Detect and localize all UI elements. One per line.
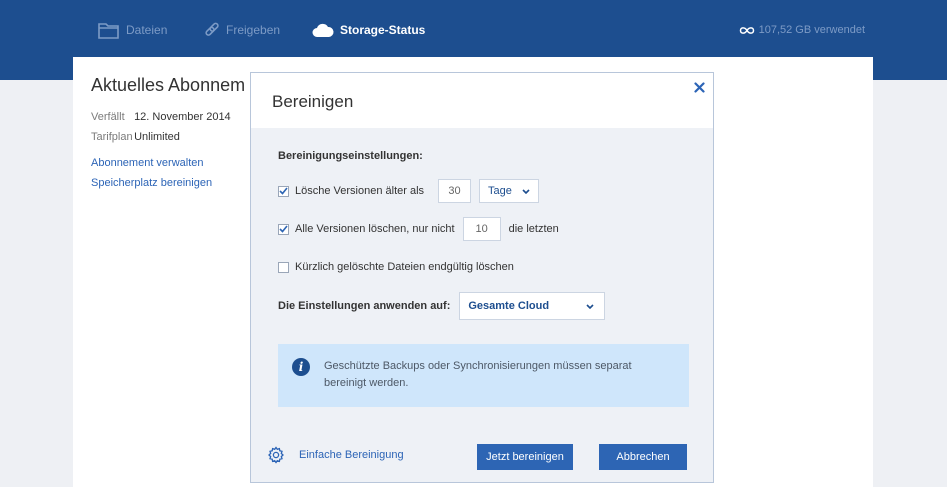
keep-last-checkbox[interactable] — [278, 223, 289, 235]
expiry-row: Verfällt 12. November 2014 — [91, 111, 231, 123]
settings-section-title: Bereinigungseinstellungen: — [278, 150, 423, 162]
plan-label: Tarifplan — [91, 131, 133, 143]
days-unit-select[interactable]: Tage — [479, 179, 539, 203]
plan-value: Unlimited — [134, 131, 180, 143]
storage-usage-label: 107,52 GB verwendet — [758, 24, 865, 36]
nav-storage-status[interactable]: Storage-Status — [312, 20, 425, 40]
older-than-days-input[interactable] — [438, 179, 472, 203]
days-unit-value: Tage — [488, 185, 512, 197]
info-icon: i — [292, 358, 310, 376]
cleanup-now-button[interactable]: Jetzt bereinigen — [477, 444, 573, 470]
option-older-than: Lösche Versionen älter als Tage — [278, 179, 539, 203]
dialog-body: Bereinigungseinstellungen: Lösche Versio… — [251, 128, 713, 482]
expiry-label: Verfällt — [91, 111, 125, 123]
apply-scope-label: Die Einstellungen anwenden auf: — [278, 300, 451, 312]
apply-scope-select[interactable]: Gesamte Cloud — [459, 292, 606, 320]
option-keep-last: Alle Versionen löschen, nur nicht die le… — [278, 217, 559, 241]
plan-row: Tarifplan Unlimited — [91, 131, 180, 143]
nav-share-label: Freigeben — [226, 23, 281, 37]
simple-cleanup-link[interactable]: Einfache Bereinigung — [267, 446, 404, 464]
nav-storage-status-label: Storage-Status — [340, 23, 426, 37]
keep-last-suffix: die letzten — [508, 223, 559, 235]
purge-deleted-checkbox[interactable] — [278, 261, 289, 273]
close-button[interactable] — [694, 80, 705, 98]
keep-last-count-input[interactable] — [462, 217, 501, 241]
folder-icon — [98, 22, 120, 39]
expiry-value: 12. November 2014 — [134, 111, 231, 123]
chevron-down-icon — [522, 188, 530, 194]
chevron-down-icon — [586, 303, 594, 309]
cloud-icon — [312, 23, 334, 38]
gear-icon — [267, 446, 285, 464]
nav-share[interactable]: Freigeben — [204, 20, 280, 40]
older-than-label: Lösche Versionen älter als — [295, 185, 425, 197]
infinity-icon — [739, 26, 755, 35]
older-than-checkbox[interactable] — [278, 185, 289, 197]
info-text: Geschützte Backups oder Synchronisierung… — [324, 360, 632, 389]
storage-usage: 107,52 GB verwendet — [739, 20, 865, 40]
close-icon — [694, 82, 705, 93]
purge-deleted-label: Kürzlich gelöschte Dateien endgültig lös… — [295, 261, 514, 273]
option-purge-deleted: Kürzlich gelöschte Dateien endgültig lös… — [278, 255, 514, 279]
info-box: i Geschützte Backups oder Synchronisieru… — [278, 344, 689, 407]
cancel-button[interactable]: Abbrechen — [599, 444, 687, 470]
link-icon — [204, 22, 220, 38]
dialog-title: Bereinigen — [272, 92, 354, 111]
apply-scope-row: Die Einstellungen anwenden auf: Gesamte … — [278, 292, 606, 320]
simple-cleanup-label: Einfache Bereinigung — [299, 449, 404, 461]
apply-scope-value: Gesamte Cloud — [468, 300, 550, 312]
checkmark-icon — [279, 225, 288, 233]
nav-files[interactable]: Dateien — [98, 20, 167, 40]
dialog-header: Bereinigen — [251, 73, 713, 129]
cleanup-dialog: Bereinigen Bereinigungseinstellungen: Lö… — [250, 72, 714, 483]
manage-subscription-link[interactable]: Abonnement verwalten — [91, 157, 204, 169]
checkmark-icon — [279, 187, 288, 195]
nav-files-label: Dateien — [126, 23, 168, 37]
keep-last-label: Alle Versionen löschen, nur nicht — [295, 223, 455, 235]
cleanup-storage-link[interactable]: Speicherplatz bereinigen — [91, 177, 212, 189]
subscription-title: Aktuelles Abonnem — [91, 75, 246, 95]
